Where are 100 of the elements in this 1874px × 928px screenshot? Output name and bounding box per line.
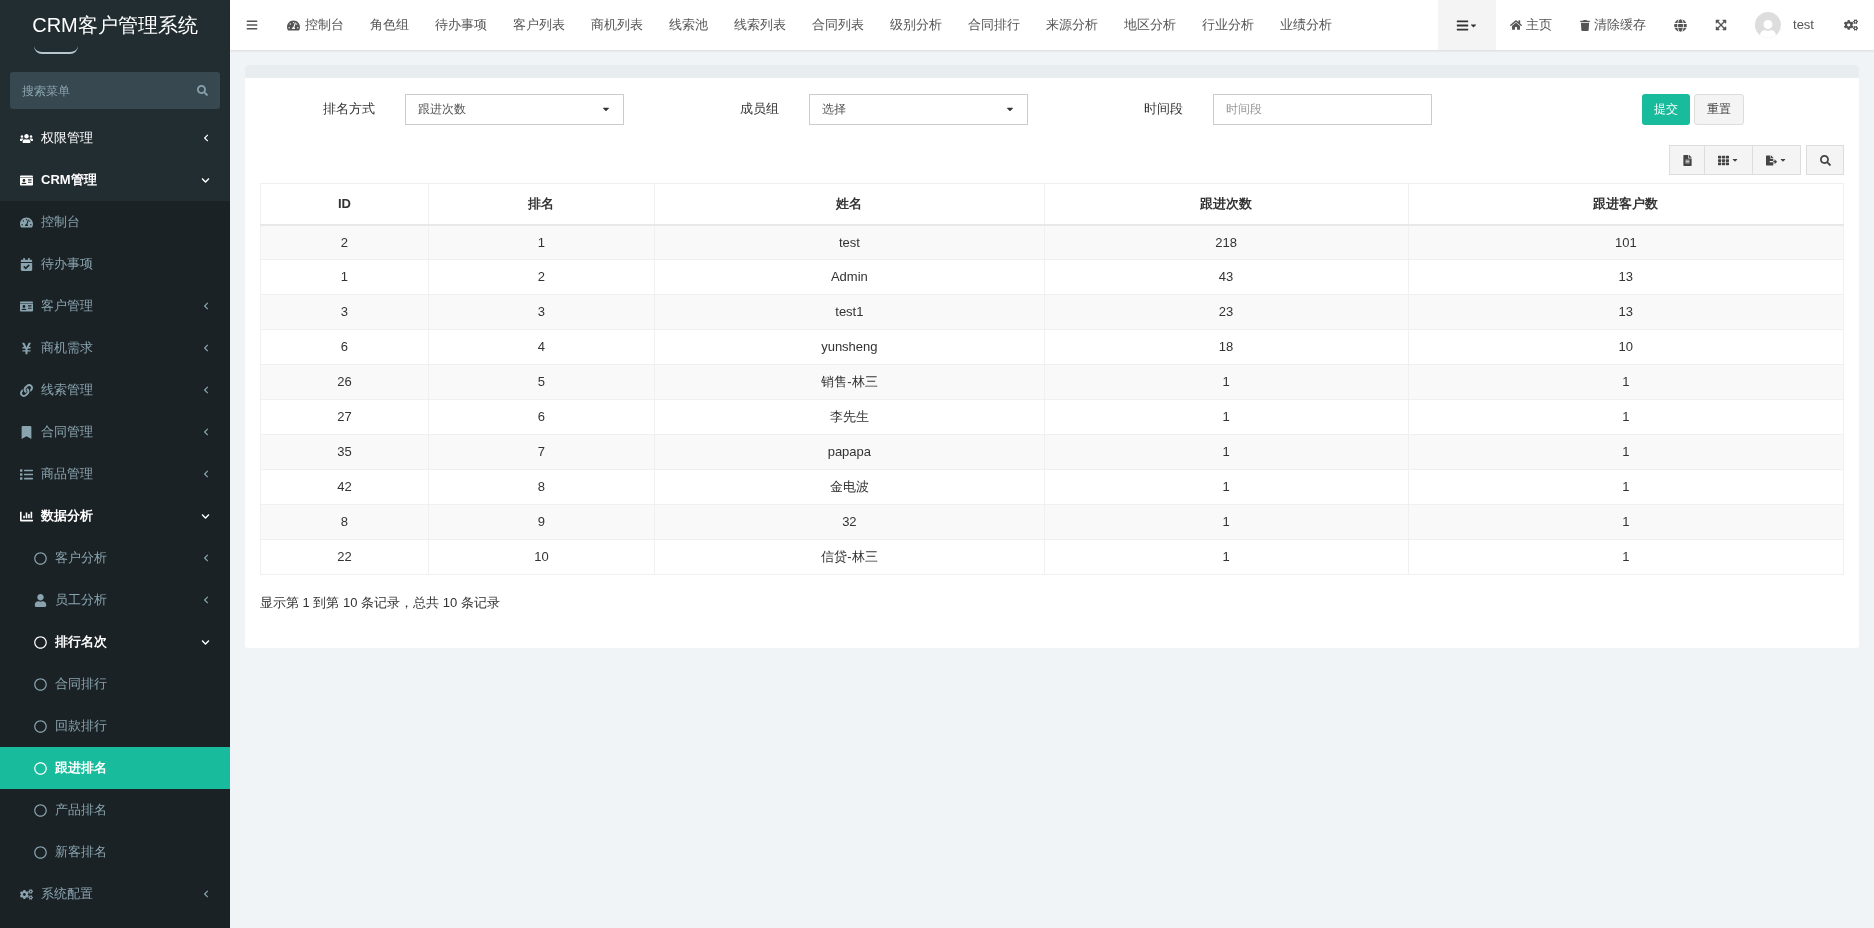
nav-tab[interactable]: 线索池 [656, 0, 721, 50]
chevron-left-icon [202, 890, 210, 898]
table-cell: 4 [428, 329, 655, 365]
table-cell: Admin [654, 259, 1045, 295]
search-icon [197, 85, 208, 96]
column-header[interactable]: 姓名 [654, 183, 1045, 225]
sidebar-item[interactable]: 权限管理 [0, 117, 230, 159]
table-cell: 13 [1408, 294, 1844, 330]
table-cell: 8 [428, 469, 655, 505]
filter-label: 时间段 [1143, 100, 1184, 119]
column-header[interactable]: 跟进次数 [1044, 183, 1409, 225]
sidebar-item[interactable]: 客户分析 [0, 537, 230, 579]
nav-tab[interactable]: 控制台 [274, 0, 357, 50]
table-cell: 218 [1044, 224, 1409, 260]
table-cell: 22 [260, 539, 429, 575]
list-icon [1456, 18, 1470, 32]
sidebar-item[interactable]: 员工分析 [0, 579, 230, 621]
sidebar-item[interactable]: 线索管理 [0, 369, 230, 411]
table-cell: 35 [260, 434, 429, 470]
nav-tab[interactable]: 业绩分析 [1267, 0, 1345, 50]
table-cell: test1 [654, 294, 1045, 330]
nav-tab[interactable]: 地区分析 [1111, 0, 1189, 50]
nav-tab[interactable]: 待办事项 [422, 0, 500, 50]
more-menu-button[interactable] [1438, 0, 1497, 50]
table-cell: 1 [1408, 504, 1844, 540]
grid-icon [1718, 154, 1729, 166]
home-icon [1510, 19, 1523, 31]
document-icon [1681, 154, 1693, 166]
table-cell: 32 [654, 504, 1045, 540]
sidebar-item[interactable]: CRM管理 [0, 159, 230, 201]
table-cell: 1 [1408, 539, 1844, 575]
chevron-down-icon [201, 511, 210, 521]
table-cell: yunsheng [654, 329, 1045, 365]
search-field[interactable]: 搜索菜单 [10, 72, 220, 109]
table-cell: 2 [260, 224, 429, 260]
chevron-left-icon [202, 344, 210, 352]
fullscreen-icon [1715, 19, 1728, 31]
export-button[interactable] [1753, 145, 1801, 175]
table-cell: 18 [1044, 329, 1409, 365]
sidebar-item[interactable]: 客户管理 [0, 285, 230, 327]
table-cell: 5 [428, 364, 655, 400]
nav-tab[interactable]: 商机列表 [578, 0, 656, 50]
table-cell: 1 [1044, 539, 1409, 575]
clear-cache-link[interactable]: 清除缓存 [1566, 0, 1661, 50]
table-cell: 3 [428, 294, 655, 330]
app-title: CRM客户管理系统 [32, 13, 198, 38]
table-cell: 13 [1408, 259, 1844, 295]
nav-tab[interactable]: 角色组 [357, 0, 422, 50]
chevron-left-icon [202, 596, 210, 604]
user-menu[interactable]: test [1741, 0, 1828, 50]
nav-tab[interactable]: 合同列表 [799, 0, 877, 50]
table-cell: 10 [428, 539, 655, 575]
sidebar-item[interactable]: 回款排行 [0, 705, 230, 747]
chevron-down-icon [201, 637, 210, 647]
search-button[interactable] [1806, 145, 1844, 175]
nav-tab[interactable]: 合同排行 [955, 0, 1033, 50]
globe-icon [1674, 18, 1688, 32]
table-cell: 销售-林三 [654, 364, 1045, 400]
chevron-left-icon [202, 428, 210, 436]
chevron-left-icon [202, 470, 210, 478]
nav-tab[interactable]: 行业分析 [1189, 0, 1267, 50]
caret-icon [1731, 156, 1739, 164]
table-cell: 3 [260, 294, 429, 330]
table-cell: 23 [1044, 294, 1409, 330]
table-cell: 7 [428, 434, 655, 470]
sidebar-item[interactable]: 合同管理 [0, 411, 230, 453]
nav-tab[interactable]: 级别分析 [877, 0, 955, 50]
sidebar-item[interactable]: 新客排名 [0, 831, 230, 873]
sidebar-item[interactable]: 待办事项 [0, 243, 230, 285]
pagination-info: 显示第 1 到第 10 条记录，总共 10 条记录 [260, 594, 501, 612]
sidebar-item[interactable]: 系统配置 [0, 873, 230, 915]
sidebar-item[interactable]: 产品排名 [0, 789, 230, 831]
select-field[interactable]: 跟进次数 [405, 93, 624, 125]
table-cell: papapa [654, 434, 1045, 470]
column-header[interactable]: 排名 [428, 183, 655, 225]
sidebar-item[interactable]: 合同排行 [0, 663, 230, 705]
nav-tab[interactable]: 线索列表 [721, 0, 799, 50]
table-cell: 9 [428, 504, 655, 540]
reset-button[interactable]: 重置 [1694, 93, 1744, 125]
column-header[interactable]: ID [260, 183, 429, 225]
input-field[interactable]: 时间段 [1213, 93, 1432, 125]
sidebar-item[interactable]: 排行名次 [0, 621, 230, 663]
table-cell: 信贷-林三 [654, 539, 1045, 575]
select-field[interactable]: 选择 [809, 93, 1028, 125]
settings-icon [1844, 18, 1858, 32]
table-cell: 1 [1044, 399, 1409, 435]
sidebar-item[interactable]: 商品管理 [0, 453, 230, 495]
nav-tab[interactable]: 来源分析 [1033, 0, 1111, 50]
column-header[interactable]: 跟进客户数 [1408, 183, 1844, 225]
sidebar-item[interactable]: 控制台 [0, 201, 230, 243]
sidebar-item[interactable]: 数据分析 [0, 495, 230, 537]
toggle-view-button[interactable] [1669, 145, 1705, 175]
home-link[interactable]: 主页 [1496, 0, 1567, 50]
sidebar-item[interactable]: 商机需求 [0, 327, 230, 369]
table-cell: 1 [1408, 364, 1844, 400]
columns-button[interactable] [1705, 145, 1753, 175]
table-cell: 8 [260, 504, 429, 540]
table-cell: 1 [1044, 434, 1409, 470]
nav-tab[interactable]: 客户列表 [500, 0, 578, 50]
chevron-left-icon [202, 386, 210, 394]
